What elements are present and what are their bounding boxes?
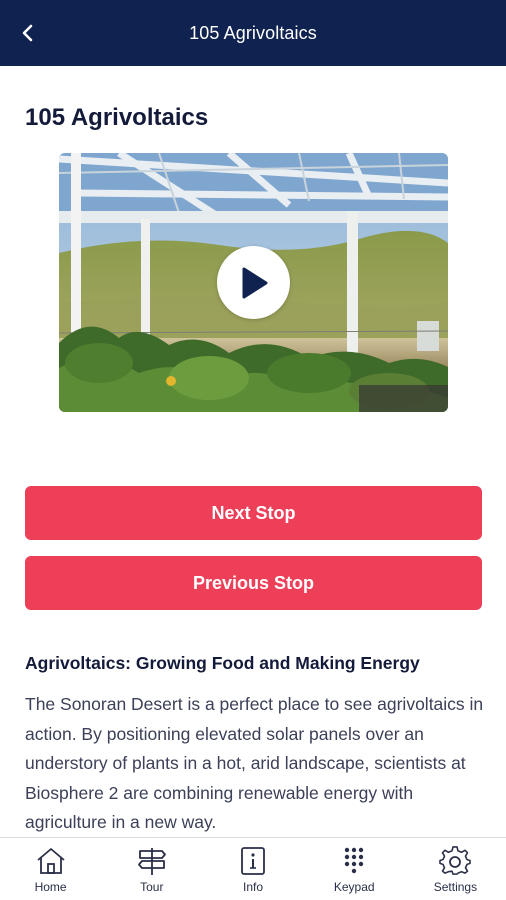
section-heading: Agrivoltaics: Growing Food and Making En…: [25, 653, 420, 673]
bottom-navigation: Home Tour Info Keypad Settings: [0, 837, 506, 900]
nav-label-tour: Tour: [140, 880, 164, 894]
info-icon: [236, 845, 270, 877]
page-title: 105 Agrivoltaics: [25, 104, 209, 131]
top-app-bar: 105 Agrivoltaics: [0, 0, 506, 66]
nav-item-info[interactable]: Info: [202, 838, 303, 900]
signpost-icon: [135, 845, 169, 877]
nav-item-tour[interactable]: Tour: [101, 838, 202, 900]
nav-label-keypad: Keypad: [333, 880, 375, 894]
nav-item-keypad[interactable]: Keypad: [304, 838, 405, 900]
home-icon: [34, 845, 68, 877]
header-title: 105 Agrivoltaics: [189, 22, 317, 43]
play-button[interactable]: [217, 246, 290, 319]
next-stop-button[interactable]: Next Stop: [25, 486, 482, 540]
video-player[interactable]: [59, 153, 448, 412]
play-icon: [242, 267, 267, 298]
back-button[interactable]: [14, 19, 42, 47]
chevron-left-icon: [22, 24, 33, 42]
keypad-icon: [337, 845, 371, 877]
description-text: The Sonoran Desert is a perfect place to…: [25, 694, 484, 832]
nav-label-info: Info: [243, 880, 264, 894]
nav-item-home[interactable]: Home: [0, 838, 101, 900]
previous-stop-button[interactable]: Previous Stop: [25, 556, 482, 610]
nav-item-settings[interactable]: Settings: [405, 838, 506, 900]
nav-label-settings: Settings: [433, 880, 478, 894]
gear-icon: [438, 845, 472, 877]
nav-label-home: Home: [34, 880, 67, 894]
